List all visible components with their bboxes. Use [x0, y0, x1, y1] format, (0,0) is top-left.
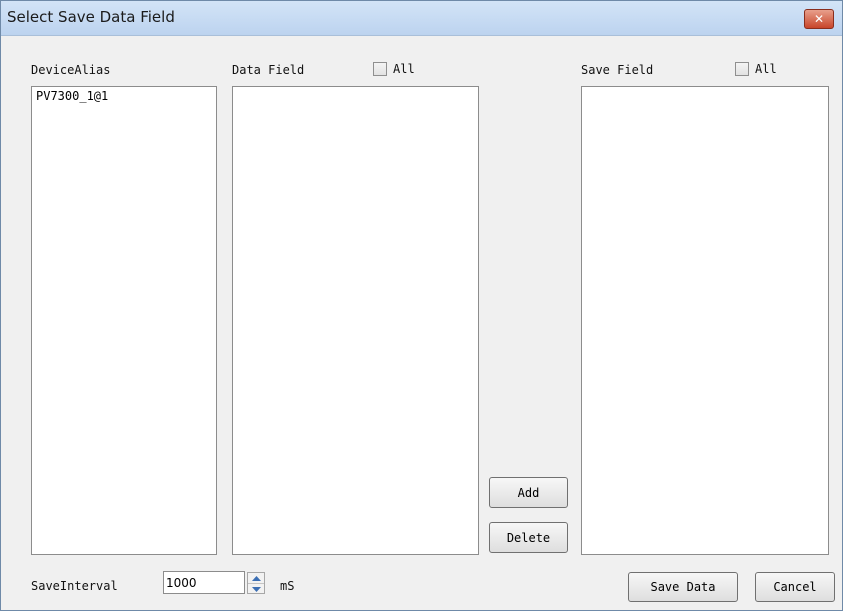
data-field-label: Data Field [232, 63, 305, 77]
save-interval-unit: mS [280, 579, 295, 593]
save-interval-label: SaveInterval [31, 579, 118, 593]
spin-up-arrow[interactable] [248, 573, 264, 584]
close-icon: ✕ [813, 12, 825, 26]
device-alias-label: DeviceAlias [31, 63, 111, 77]
device-alias-item[interactable]: PV7300_1@1 [32, 87, 216, 105]
chevron-down-icon [251, 586, 261, 592]
device-alias-list[interactable]: PV7300_1@1 [31, 86, 217, 555]
delete-button[interactable]: Delete [489, 522, 568, 553]
save-field-label: Save Field [581, 63, 654, 77]
save-field-all-checkbox[interactable] [735, 62, 749, 76]
cancel-button[interactable]: Cancel [755, 572, 835, 602]
close-button[interactable]: ✕ [804, 9, 834, 29]
spin-down-arrow[interactable] [248, 584, 264, 594]
select-save-data-field-dialog: Select Save Data Field ✕ DeviceAlias PV7… [0, 0, 843, 611]
save-interval-input[interactable] [163, 571, 245, 594]
chevron-up-icon [251, 575, 261, 581]
data-field-all-checkbox[interactable] [373, 62, 387, 76]
dialog-title: Select Save Data Field [7, 8, 175, 26]
save-field-all-label: All [755, 62, 777, 76]
data-field-all-label: All [393, 62, 415, 76]
save-interval-spinner[interactable] [247, 572, 265, 594]
title-bar[interactable]: Select Save Data Field ✕ [1, 1, 842, 36]
save-data-button[interactable]: Save Data [628, 572, 738, 602]
data-field-list[interactable] [232, 86, 479, 555]
save-field-all-toggle[interactable]: All [735, 62, 777, 76]
add-button[interactable]: Add [489, 477, 568, 508]
save-field-list[interactable] [581, 86, 829, 555]
data-field-all-toggle[interactable]: All [373, 62, 415, 76]
